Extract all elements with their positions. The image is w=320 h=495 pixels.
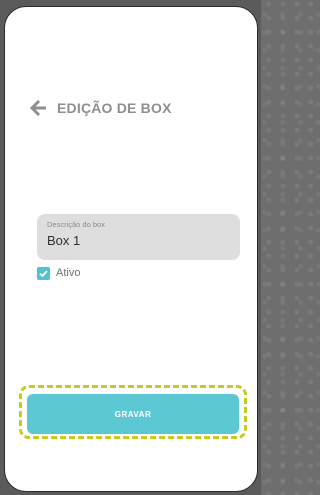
active-checkbox[interactable]: [37, 266, 50, 280]
active-checkbox-row[interactable]: Ativo: [37, 265, 80, 281]
description-field[interactable]: Descrição do box Box 1: [37, 214, 240, 260]
arrow-left-icon[interactable]: [29, 98, 49, 118]
page-title: EDIÇÃO DE BOX: [57, 100, 172, 116]
checkmark-icon: [39, 269, 48, 277]
page-header: EDIÇÃO DE BOX: [29, 95, 172, 121]
device-frame: EDIÇÃO DE BOX Descrição do box Box 1 Ati…: [0, 0, 261, 495]
save-button[interactable]: GRAVAR: [27, 394, 239, 434]
active-checkbox-label: Ativo: [56, 267, 81, 279]
description-field-label: Descrição do box: [47, 220, 105, 229]
app-screen: EDIÇÃO DE BOX Descrição do box Box 1 Ati…: [4, 6, 258, 492]
description-field-value[interactable]: Box 1: [47, 233, 230, 248]
